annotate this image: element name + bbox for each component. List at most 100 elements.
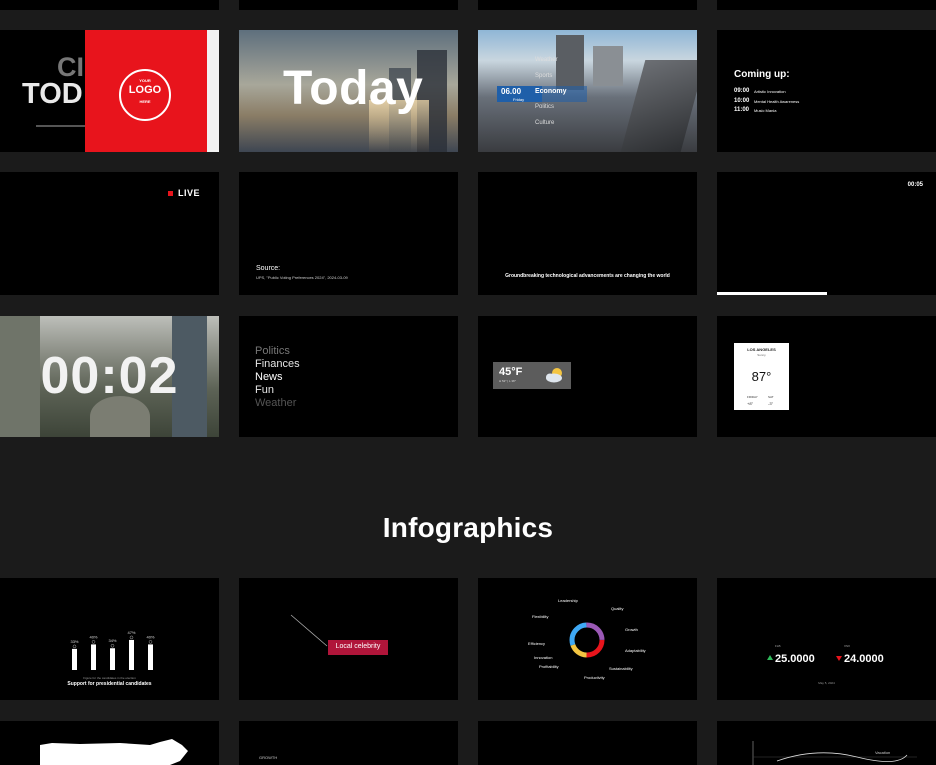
- tile-progress[interactable]: 00:05: [717, 172, 936, 295]
- countdown-value: 00:02: [40, 347, 179, 405]
- donut-label: Growth: [625, 627, 638, 632]
- tile-top-cut-1: [0, 0, 219, 10]
- menu-item-active[interactable]: News: [255, 371, 283, 383]
- tile-today[interactable]: Today: [239, 30, 458, 152]
- weather-condition: Sunny: [757, 353, 766, 357]
- tile-weather-card[interactable]: LOS ANGELES Sunny 87° FRIDAY +8° SAT -3°: [717, 316, 936, 437]
- forecast-temp: +8°: [747, 401, 754, 406]
- schedule-item[interactable]: Weather: [535, 57, 558, 63]
- progress-time: 00:05: [907, 182, 923, 188]
- partly-cloudy-icon: [546, 368, 562, 383]
- line-chart: [752, 741, 917, 765]
- headline-text: Groundbreaking technological advancement…: [505, 273, 670, 279]
- donut-label: Flexibility: [532, 614, 549, 619]
- stock-label: VSX: [844, 644, 851, 648]
- bar-label: 47%: [127, 630, 135, 635]
- tile-weather-small[interactable]: 45°F H 52° | L 38°: [478, 316, 697, 437]
- down-arrow-icon: [836, 656, 842, 661]
- divider: [36, 125, 88, 127]
- tile-bar-chart[interactable]: 33% 40% 34% 47% 40% Support for presidential…: [0, 578, 219, 700]
- section-title: Infographics: [382, 512, 554, 543]
- weather-detail: H 52° | L 38°: [499, 379, 516, 383]
- live-label: LIVE: [178, 188, 201, 198]
- coming-up-label: Music Mania: [754, 108, 777, 113]
- progress-bar-fill: [717, 292, 827, 295]
- weather-city: LOS ANGELES: [747, 347, 776, 352]
- bar: [129, 639, 134, 670]
- schedule-day: Friday: [513, 97, 525, 102]
- tile-line-chart[interactable]: Vacation: [717, 721, 936, 765]
- stock-value: 24.0000: [844, 653, 884, 665]
- menu-item[interactable]: Weather: [255, 397, 296, 409]
- bar: [148, 644, 153, 670]
- weather-temp: 45°F: [499, 366, 523, 378]
- donut-label: Profitability: [539, 664, 559, 669]
- bar-label: 34%: [108, 638, 116, 643]
- tile-schedule-list[interactable]: 06.00 Friday Weather Sports Economy Poli…: [478, 30, 697, 152]
- growth-label: GROWTH: [259, 755, 278, 760]
- tile-top-cut-4: [717, 0, 936, 10]
- menu-item[interactable]: Politics: [255, 345, 290, 357]
- schedule-time: 06.00: [501, 87, 522, 96]
- road-shape: [620, 60, 697, 152]
- weather-card-temp: 87°: [751, 369, 772, 384]
- tile-growth[interactable]: GROWTH: [239, 721, 458, 765]
- building-shape: [593, 46, 623, 86]
- menu-item[interactable]: Fun: [255, 384, 274, 396]
- bar-chart-subcaption: Figure for the candidates in the electio…: [83, 676, 136, 680]
- tile-callout[interactable]: Local celebrity: [239, 578, 458, 700]
- bar-marker: [91, 640, 96, 644]
- source-label: Source:: [256, 265, 281, 272]
- coming-up-title: Coming up:: [734, 69, 790, 80]
- tile-top-cut-2: [239, 0, 458, 10]
- stock-label: FLB: [775, 644, 781, 648]
- bar: [72, 648, 77, 670]
- donut-label: Adaptability: [625, 648, 646, 653]
- bar-marker: [72, 644, 77, 649]
- tile-headline[interactable]: Groundbreaking technological advancement…: [478, 172, 697, 295]
- bar-marker: [148, 640, 153, 644]
- bar-marker: [110, 643, 115, 648]
- donut-label: Leadership: [558, 598, 578, 603]
- schedule-item-active[interactable]: Economy: [535, 88, 567, 95]
- tile-live[interactable]: LIVE: [0, 172, 219, 295]
- up-arrow-icon: [767, 655, 773, 660]
- tile-us-map[interactable]: [0, 721, 219, 765]
- forecast-day: SAT: [768, 395, 774, 399]
- tile-menu[interactable]: Politics Finances News Fun Weather: [239, 316, 458, 437]
- logo-bottom-text: HERE: [139, 99, 151, 104]
- coming-up-label: Artistic Innovation: [754, 89, 786, 94]
- tile-stocks[interactable]: FLB 25.0000 VSX 24.0000 May 5, 2024: [717, 578, 936, 700]
- bar: [91, 644, 96, 670]
- bar-chart-caption: Support for presidential candidates: [67, 681, 152, 687]
- bg-text-bottom: TOD: [22, 78, 83, 110]
- stock-value: 25.0000: [775, 653, 815, 665]
- today-title: Today: [283, 62, 424, 115]
- bar-marker: [129, 635, 134, 640]
- coming-up-time: 11:00: [734, 107, 750, 113]
- tile-donut[interactable]: Leadership Quality Growth Adaptability S…: [478, 578, 697, 700]
- donut-label: Quality: [611, 606, 624, 611]
- tile-empty-bottom[interactable]: [478, 721, 697, 765]
- donut-label: Productivity: [584, 675, 605, 680]
- schedule-item[interactable]: Culture: [535, 120, 554, 126]
- bar-label: 40%: [146, 634, 154, 639]
- coming-up-time: 10:00: [734, 98, 750, 104]
- line-chart-label: Vacation: [875, 750, 891, 755]
- bar: [110, 648, 115, 670]
- forecast-day: FRIDAY: [747, 395, 758, 399]
- building-shape: [556, 35, 584, 90]
- panel-edge: [207, 30, 219, 152]
- tile-top-cut-3: [478, 0, 697, 10]
- tile-countdown[interactable]: 00:02: [0, 316, 219, 437]
- donut-label: Efficiency: [528, 641, 546, 646]
- callout-label: Local celebrity: [335, 643, 381, 650]
- menu-item[interactable]: Finances: [255, 358, 300, 370]
- tile-source[interactable]: Source: UPS, "Public Voting Preferences …: [239, 172, 458, 295]
- tile-logo-reveal[interactable]: CI TOD YOUR LOGO HERE: [0, 30, 219, 152]
- schedule-item[interactable]: Politics: [535, 104, 554, 110]
- stock-date: May 5, 2024: [818, 681, 835, 685]
- schedule-item[interactable]: Sports: [535, 73, 552, 79]
- tile-coming-up[interactable]: Coming up: 09:00 Artistic Innovation 10:…: [717, 30, 936, 152]
- bar-label: 33%: [70, 639, 78, 644]
